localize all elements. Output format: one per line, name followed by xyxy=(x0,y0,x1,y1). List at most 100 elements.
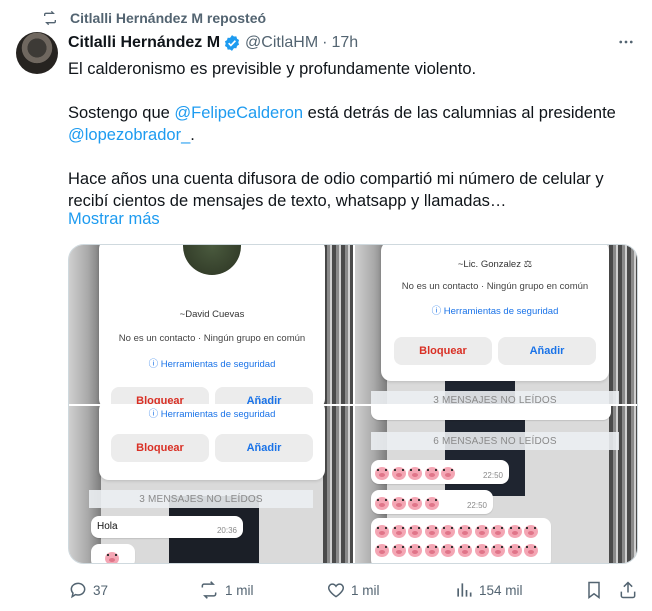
repost-label: Citlalli Hernández M reposteó xyxy=(70,10,267,26)
security-tools-link[interactable]: ⓘ Herramientas de seguridad xyxy=(99,406,325,420)
pig-emoji-icon xyxy=(524,544,539,558)
bookmark-icon xyxy=(588,581,600,599)
mention-felipecalderon[interactable]: @FelipeCalderon xyxy=(174,104,303,122)
heart-icon xyxy=(327,583,345,598)
bookmark-button[interactable] xyxy=(584,578,609,602)
message-bubble: Hola 20:36 xyxy=(91,516,243,538)
avatar[interactable] xyxy=(16,32,58,74)
mention-lopezobrador[interactable]: @lopezobrador_ xyxy=(68,126,190,144)
tweet-paragraph-1: El calderonismo es previsible y profunda… xyxy=(68,60,477,78)
pig-emoji-icon xyxy=(391,544,406,558)
pig-emoji-icon xyxy=(408,544,423,558)
pig-emoji-icon xyxy=(424,544,439,558)
security-tools-link[interactable]: ⓘ Herramientas de seguridad xyxy=(99,356,325,370)
views-count: 154 mil xyxy=(479,582,523,598)
share-button[interactable] xyxy=(618,578,643,602)
show-more-link[interactable]: Mostrar más xyxy=(68,210,160,229)
pig-emoji-icon xyxy=(391,525,406,539)
media-image-2[interactable]: ~Lic. Gonzalez ⚖ No es un contacto · Nin… xyxy=(355,245,637,404)
message-bubble: 22:50 xyxy=(371,490,493,514)
scale-icon: ⚖ xyxy=(523,259,533,270)
security-tools-link[interactable]: ⓘ Herramientas de seguridad xyxy=(381,303,609,317)
pig-emoji-icon xyxy=(507,525,522,539)
pig-emoji-icon xyxy=(507,544,522,558)
pig-emoji-icon xyxy=(474,525,489,539)
block-button[interactable]: Bloquear xyxy=(111,434,209,462)
contact-card: ⓘ Herramientas de seguridad Bloquear Aña… xyxy=(99,406,325,480)
contact-card: ~David Cuevas No es un contacto · Ningún… xyxy=(99,245,325,404)
author-handle[interactable]: @CitlaHM xyxy=(245,34,318,52)
contact-name: ~David Cuevas xyxy=(179,309,245,320)
pig-emoji-icon xyxy=(408,467,423,481)
media-image-4[interactable]: 6 MENSAJES NO LEÍDOS 22:50 22:50 xyxy=(355,406,637,563)
reply-button[interactable]: 37 xyxy=(68,578,108,602)
pig-emoji-row xyxy=(375,523,541,541)
like-count: 1 mil xyxy=(351,582,380,598)
media-image-3[interactable]: ⓘ Herramientas de seguridad Bloquear Aña… xyxy=(69,406,353,563)
add-button[interactable]: Añadir xyxy=(498,337,596,365)
unread-banner: 6 MENSAJES NO LEÍDOS xyxy=(371,432,619,450)
contact-name: ~Lic. Gonzalez ⚖ xyxy=(457,259,533,270)
pig-emoji-icon xyxy=(375,525,389,539)
pig-emoji-row xyxy=(375,542,541,560)
message-bubble xyxy=(371,518,551,563)
tweet-actions: 37 1 mil 1 mil 154 mil xyxy=(68,578,638,602)
tweet-paragraph-2: Sostengo que @FelipeCalderon está detrás… xyxy=(68,104,616,144)
pig-emoji-icon xyxy=(408,497,423,511)
pig-emoji-icon xyxy=(375,497,389,511)
contact-info: No es un contacto · Ningún grupo en comú… xyxy=(118,333,306,344)
repost-header[interactable]: Citlalli Hernández M reposteó xyxy=(40,8,266,28)
add-button[interactable]: Añadir xyxy=(215,387,313,404)
pig-emoji-icon xyxy=(424,497,439,511)
reply-icon xyxy=(70,582,86,599)
media-grid[interactable]: ~David Cuevas No es un contacto · Ningún… xyxy=(68,244,638,564)
more-icon[interactable] xyxy=(616,32,636,52)
pig-emoji-icon xyxy=(375,467,389,481)
message-time: 22:50 xyxy=(466,501,487,510)
pig-emoji-icon xyxy=(408,525,423,539)
pig-emoji-icon xyxy=(441,467,456,481)
message-time: 22:50 xyxy=(482,471,503,480)
views-chart-icon xyxy=(457,583,472,597)
pig-emoji-icon xyxy=(391,497,406,511)
pig-emoji-icon xyxy=(105,552,119,563)
unread-banner: 3 MENSAJES NO LEÍDOS xyxy=(89,490,313,508)
contact-info: No es un contacto · Ningún grupo en comú… xyxy=(401,281,589,292)
pig-emoji-icon xyxy=(457,544,472,558)
contact-card: ~Lic. Gonzalez ⚖ No es un contacto · Nin… xyxy=(381,245,609,381)
share-icon xyxy=(620,581,636,599)
add-button[interactable]: Añadir xyxy=(215,434,313,462)
verified-badge-icon[interactable] xyxy=(223,34,241,52)
pig-emoji-icon xyxy=(474,544,489,558)
message-text: Hola xyxy=(97,521,118,532)
author-name[interactable]: Citlalli Hernández M xyxy=(68,34,220,52)
repost-count: 1 mil xyxy=(225,582,254,598)
reply-count: 37 xyxy=(93,582,109,598)
tweet-text: El calderonismo es previsible y profunda… xyxy=(68,58,628,212)
message-bubble: 22:50 xyxy=(371,460,509,484)
repost-icon xyxy=(201,581,217,599)
like-button[interactable]: 1 mil xyxy=(326,578,380,602)
block-button[interactable]: Bloquear xyxy=(111,387,209,404)
contact-avatar xyxy=(183,245,241,275)
tweet-paragraph-3: Hace años una cuenta difusora de odio co… xyxy=(68,170,604,210)
pig-emoji-icon xyxy=(391,467,406,481)
message-time: 20:36 xyxy=(216,526,237,535)
pig-emoji-icon xyxy=(441,544,456,558)
views-button[interactable]: 154 mil xyxy=(454,578,523,602)
pig-emoji-icon xyxy=(375,544,389,558)
pig-emoji-icon xyxy=(424,467,439,481)
repost-icon xyxy=(40,10,60,26)
pig-emoji-row xyxy=(375,465,458,483)
pig-emoji-icon xyxy=(441,525,456,539)
pig-emoji-row xyxy=(375,495,441,513)
pig-emoji-icon xyxy=(457,525,472,539)
tweet-time[interactable]: 17h xyxy=(332,34,359,52)
block-button[interactable]: Bloquear xyxy=(394,337,492,365)
pig-emoji-icon xyxy=(491,544,506,558)
media-image-1[interactable]: ~David Cuevas No es un contacto · Ningún… xyxy=(69,245,353,404)
pig-emoji-icon xyxy=(524,525,539,539)
repost-button[interactable]: 1 mil xyxy=(198,578,254,602)
separator-dot: · xyxy=(322,34,328,51)
tweet-header: Citlalli Hernández M @CitlaHM · 17h xyxy=(68,32,636,54)
